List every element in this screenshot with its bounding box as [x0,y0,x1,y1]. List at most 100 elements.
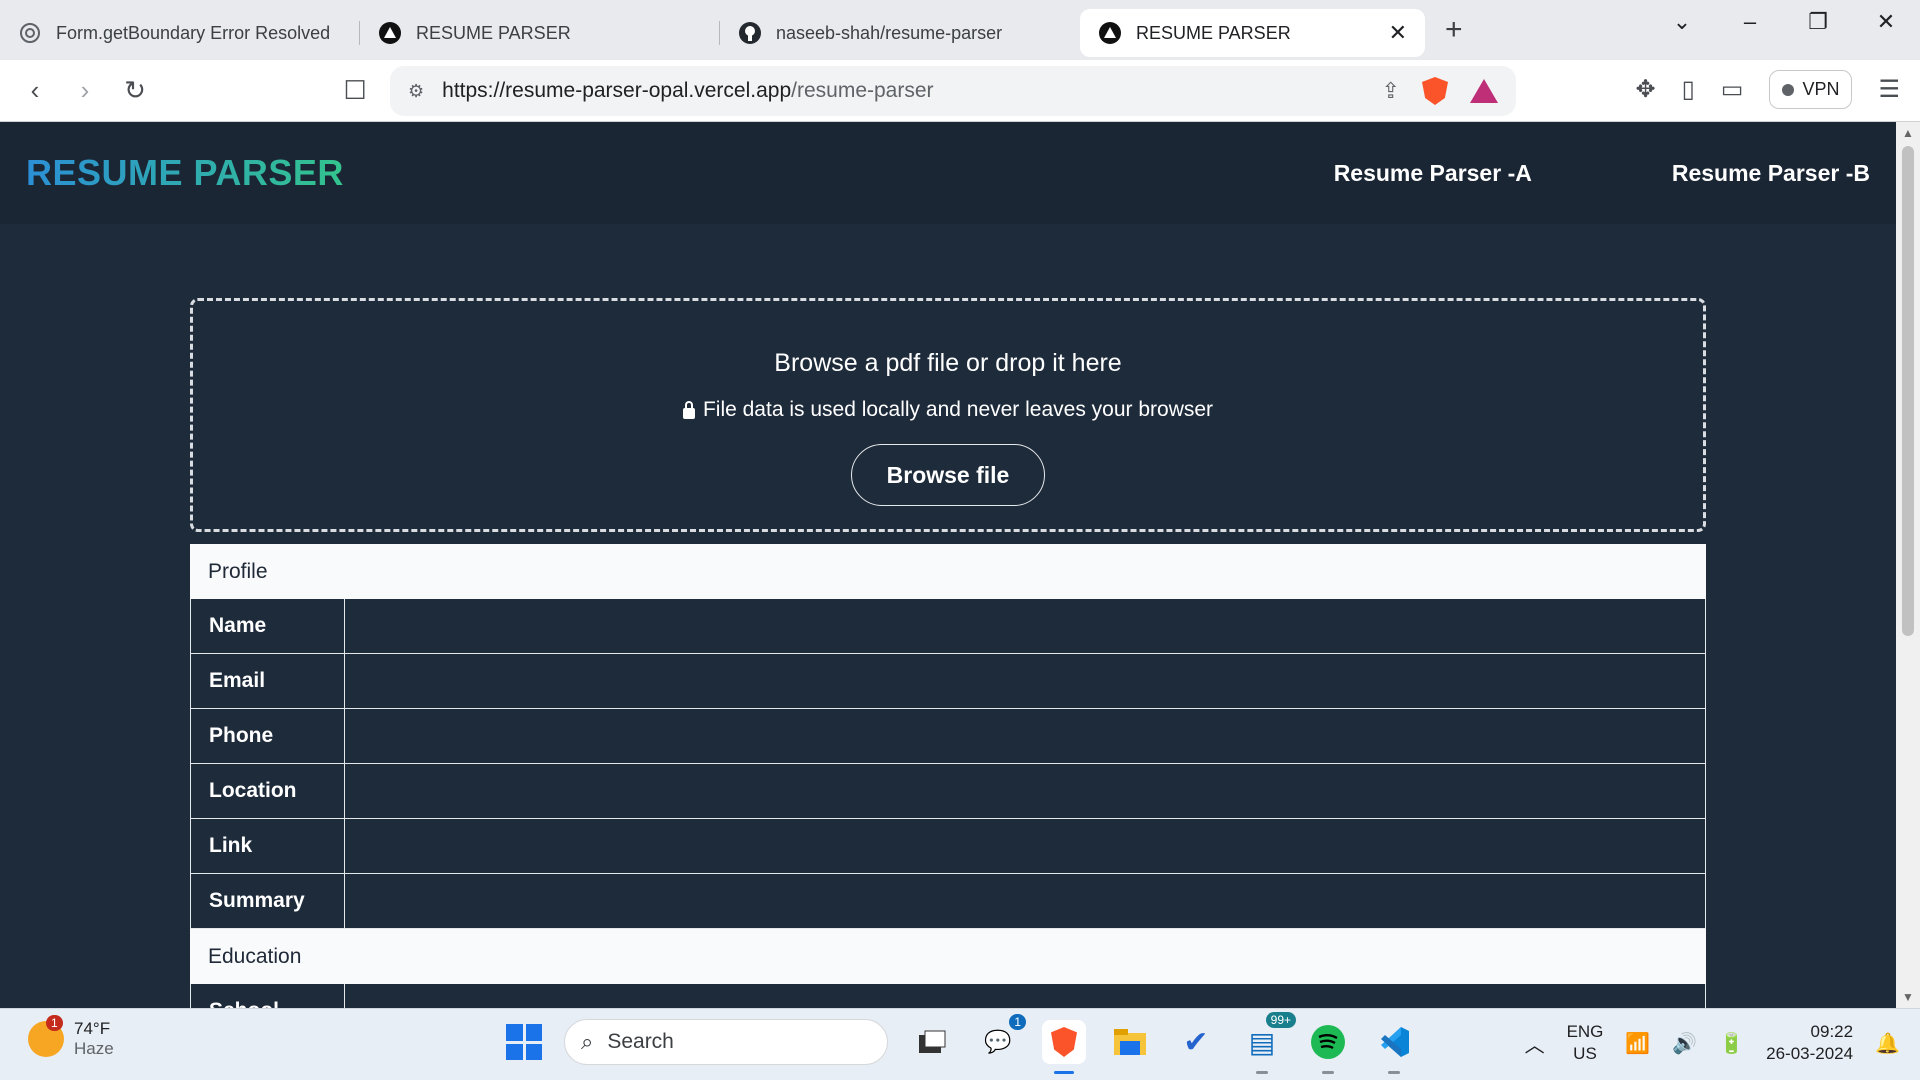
search-placeholder: Search [607,1030,674,1053]
brave-browser-icon[interactable] [1042,1020,1086,1074]
field-value [345,654,1705,708]
nav-link-parser-b[interactable]: Resume Parser -B [1672,160,1870,187]
close-tab-icon[interactable]: ✕ [1389,20,1407,46]
language-indicator[interactable]: ENG US [1567,1021,1604,1065]
scroll-up-icon[interactable]: ▲ [1896,126,1920,140]
forward-icon[interactable]: › [60,75,110,106]
table-row: School [190,984,1706,1008]
vercel-triangle-icon [1098,21,1122,45]
windows-start-icon[interactable] [506,1024,542,1060]
url-text[interactable]: https://resume-parser-opal.vercel.app/re… [442,79,933,103]
site-logo[interactable]: RESUME PARSER [26,152,344,194]
chatgpt-icon [18,21,42,45]
extensions-icon[interactable]: ✥ [1635,75,1655,104]
bookmark-icon[interactable]: ☐ [330,75,380,106]
table-row: Name [190,599,1706,654]
battery-icon[interactable]: 🔋 [1719,1031,1744,1056]
weather-haze-icon: 1 [28,1015,64,1057]
field-value [345,709,1705,763]
browse-file-button[interactable]: Browse file [851,444,1045,506]
field-value [345,764,1705,818]
url-bar[interactable]: ⚙ https://resume-parser-opal.vercel.app/… [390,66,1516,116]
scroll-down-icon[interactable]: ▼ [1896,990,1920,1004]
close-window-icon[interactable]: ✕ [1852,9,1920,35]
region-code: US [1573,1044,1597,1063]
spotify-icon[interactable] [1306,1020,1350,1074]
wifi-icon[interactable]: 📶 [1625,1031,1650,1056]
site-header: RESUME PARSER Resume Parser -A Resume Pa… [0,122,1896,224]
vscode-icon[interactable] [1372,1020,1416,1074]
page-content: RESUME PARSER Resume Parser -A Resume Pa… [0,122,1896,1008]
vpn-label: VPN [1802,79,1840,99]
field-label: Link [191,819,345,873]
address-toolbar: ‹ › ↻ ☐ ⚙ https://resume-parser-opal.ver… [0,60,1920,122]
dropzone-note-text: File data is used locally and never leav… [702,398,1214,421]
section-header-education: Education [190,929,1706,984]
task-view-icon[interactable] [910,1020,954,1064]
taskbar-apps: ⌕ Search 💬 1 ✔ ▤ 99+ [506,1012,1416,1074]
pdf-dropzone[interactable]: Browse a pdf file or drop it here File d… [190,298,1706,532]
brave-shield-icon[interactable] [1422,77,1448,105]
notification-bell-icon[interactable]: 🔔 [1875,1031,1900,1056]
field-label: Summary [191,874,345,928]
field-value [345,599,1705,653]
taskbar-search[interactable]: ⌕ Search [564,1019,888,1065]
restore-icon[interactable]: ❐ [1784,9,1852,35]
file-explorer-icon[interactable] [1108,1020,1152,1064]
show-hidden-icons-chevron[interactable]: ︿ [1525,1029,1545,1058]
table-row: Summary [190,874,1706,929]
nav-link-parser-a[interactable]: Resume Parser -A [1334,160,1532,187]
tab-search-chevron-icon[interactable]: ⌄ [1648,9,1716,35]
minimize-icon[interactable]: – [1716,9,1784,35]
new-tab-button[interactable]: + [1445,13,1463,47]
teams-badge: 1 [1009,1014,1026,1030]
back-icon[interactable]: ‹ [10,75,60,106]
tab-3-active[interactable]: RESUME PARSER ✕ [1080,9,1425,57]
teams-chat-icon[interactable]: 💬 1 [976,1014,1026,1064]
os-taskbar: 1 74°F Haze ⌕ Search 💬 1 ✔ ▤ 99+ ︿ ENG US … [0,1008,1920,1080]
lock-icon [682,400,695,419]
site-settings-icon[interactable]: ⚙ [408,81,424,102]
weather-temp: 74°F [74,1019,111,1038]
table-row: Email [190,654,1706,709]
field-label: Name [191,599,345,653]
tab-1[interactable]: RESUME PARSER [360,9,720,57]
field-label: Phone [191,709,345,763]
vercel-triangle-icon [378,21,402,45]
reload-icon[interactable]: ↻ [110,75,160,106]
vpn-button[interactable]: VPN [1769,70,1853,109]
mail-app-icon[interactable]: ▤ 99+ [1240,1012,1296,1074]
weather-desc: Haze [74,1039,114,1058]
share-icon[interactable]: ⇪ [1382,78,1400,104]
tab-title: RESUME PARSER [416,22,571,43]
dropzone-note: File data is used locally and never leav… [193,398,1703,422]
sidebar-icon[interactable]: ▯ [1682,75,1695,104]
window-controls: ⌄ – ❐ ✕ [1648,0,1920,44]
field-value [345,984,1705,1008]
weather-widget[interactable]: 1 74°F Haze [28,1015,114,1059]
field-label: Location [191,764,345,818]
menu-icon[interactable]: ☰ [1878,75,1900,104]
volume-icon[interactable]: 🔊 [1672,1031,1697,1056]
table-row: Location [190,764,1706,819]
site-nav: Resume Parser -A Resume Parser -B [1334,160,1870,187]
brave-rewards-icon[interactable] [1470,79,1498,103]
tab-2[interactable]: naseeb-shah/resume-parser [720,9,1080,57]
scrollbar-thumb[interactable] [1902,146,1914,636]
clock[interactable]: 09:22 26-03-2024 [1766,1021,1853,1065]
tab-title: RESUME PARSER [1136,22,1291,43]
dropzone-title: Browse a pdf file or drop it here [774,349,1122,377]
page-scrollbar[interactable]: ▲ ▼ [1896,122,1920,1008]
tab-0[interactable]: Form.getBoundary Error Resolved [0,9,360,57]
field-value [345,874,1705,928]
github-icon [738,21,762,45]
resume-table: Profile Name Email Phone Location Link S… [190,544,1706,1008]
todo-check-icon[interactable]: ✔ [1174,1020,1218,1064]
vpn-status-icon [1782,83,1795,96]
mail-badge: 99+ [1265,1012,1296,1028]
browser-tab-bar: Form.getBoundary Error Resolved RESUME P… [0,0,1920,60]
field-label: School [191,984,345,1008]
wallet-icon[interactable]: ▭ [1721,75,1744,104]
clock-date: 26-03-2024 [1766,1044,1854,1063]
table-row: Link [190,819,1706,874]
